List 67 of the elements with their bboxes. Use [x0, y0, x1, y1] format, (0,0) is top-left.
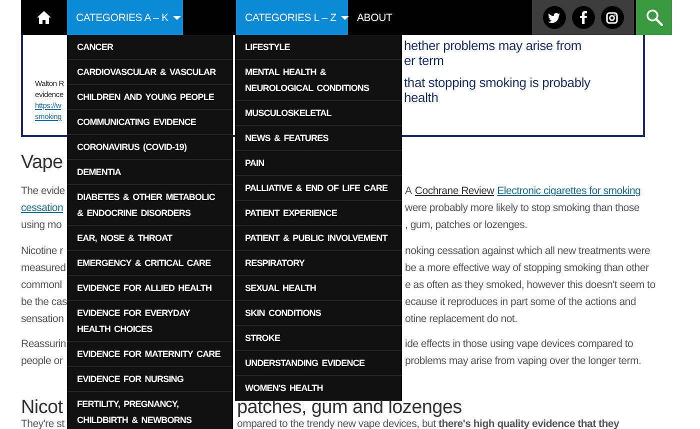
- text-link[interactable]: Cochrane Review: [414, 183, 494, 200]
- menu-item[interactable]: UNDERSTANDING EVIDENCE: [235, 351, 402, 376]
- menu-item[interactable]: PATIENT & PUBLIC INVOLVEMENT: [235, 226, 402, 251]
- bird-icon[interactable]: [542, 6, 566, 29]
- menu-item[interactable]: SKIN CONDITIONS: [235, 301, 402, 326]
- body-text: commonl: [21, 278, 62, 293]
- menu-item[interactable]: EVIDENCE FOR MATERNITY CARE: [67, 342, 233, 367]
- menu-item[interactable]: SEXUAL HEALTH: [235, 276, 402, 301]
- menu-item[interactable]: PALLIATIVE & END OF LIFE CARE: [235, 176, 402, 201]
- body-text: Nicotine r: [21, 244, 63, 259]
- menu-item[interactable]: COMMUNICATING EVIDENCE: [67, 110, 233, 135]
- menu-item[interactable]: EMERGENCY & CRITICAL CARE: [67, 251, 233, 276]
- menu-item[interactable]: MENTAL HEALTH & NEUROLOGICAL CONDITIONS: [235, 60, 402, 101]
- menu-item[interactable]: CORONAVIRUS (COVID-19): [67, 135, 233, 160]
- menu-item[interactable]: MUSCULOSKELETAL: [235, 101, 402, 126]
- menu-item[interactable]: EAR, NOSE & THROAT: [67, 226, 233, 251]
- body-text: be the cas: [21, 295, 67, 310]
- menu-item[interactable]: EVIDENCE FOR NURSING: [67, 367, 233, 392]
- body-text: problems may arise from vaping over the longer term.: [405, 354, 642, 369]
- menu-item[interactable]: CARDIOVASCULAR & VASCULAR: [67, 60, 233, 85]
- body-text: measured: [21, 261, 66, 276]
- body-text: Reassurin: [21, 337, 66, 352]
- heading-text: Vape: [21, 151, 63, 175]
- menu-item[interactable]: EVIDENCE FOR EVERYDAY HEALTH CHOICES: [67, 301, 233, 342]
- camera-icon[interactable]: [600, 6, 624, 29]
- body-text: using mo: [21, 218, 62, 233]
- body-text: people or: [21, 354, 63, 369]
- text-link[interactable]: cessation: [21, 200, 64, 217]
- body-text: ide effects in those using vape devices compared to: [405, 337, 634, 352]
- menu-item[interactable]: FERTILITY, PREGNANCY, CHILDBIRTH & NEWBORNS: [67, 392, 233, 429]
- body-text: A: [405, 184, 412, 199]
- f-logo-icon[interactable]: [572, 6, 594, 29]
- menu-item[interactable]: PATIENT EXPERIENCE: [235, 201, 402, 226]
- quote-text: that stopping smoking is probably: [404, 75, 590, 90]
- menu-item[interactable]: PAIN: [235, 151, 402, 176]
- nav-tab[interactable]: CATEGORIES L – Z: [236, 0, 348, 35]
- heading-text: patches, gum and lozenges: [237, 398, 462, 418]
- body-text: e as often as they smoked, however this doesn't seem to: [405, 278, 656, 293]
- menu-item[interactable]: CHILDREN AND YOUNG PEOPLE: [67, 85, 233, 110]
- nav-tab[interactable]: CATEGORIES A – K: [67, 0, 183, 35]
- menu-item[interactable]: WOMEN'S HEALTH: [235, 376, 402, 401]
- quote-text: er term: [404, 53, 444, 68]
- quote-text: health: [404, 90, 438, 105]
- home-icon: [37, 11, 51, 24]
- menu-item[interactable]: CANCER: [67, 35, 233, 60]
- heading-text: Nicot: [21, 398, 63, 418]
- menu-item[interactable]: EVIDENCE FOR ALLIED HEALTH: [67, 276, 233, 301]
- menu-item[interactable]: DIABETES & OTHER METABOLIC & ENDOCRINE DISORDERS: [67, 185, 233, 226]
- menu-item[interactable]: STROKE: [235, 326, 402, 351]
- body-text: They're st: [21, 417, 64, 429]
- body-text: sensation: [21, 312, 64, 327]
- menu-item[interactable]: RESPIRATORY: [235, 251, 402, 276]
- body-text: , gum, patches or lozenges.: [405, 218, 528, 233]
- search-button[interactable]: [636, 0, 672, 35]
- caret-icon: [173, 16, 182, 20]
- search-icon: [646, 9, 662, 26]
- body-text: ecause it reproduces in part some of the actions and: [405, 295, 636, 310]
- body-text: were probably more likely to stop smoking than those: [405, 201, 640, 216]
- body-text: be a more effective way of stopping smoking than other: [405, 261, 649, 276]
- menu-item[interactable]: NEWS & FEATURES: [235, 126, 402, 151]
- body-text: ompared to the trendy new vape devices, but there's high quality evidence that they: [237, 417, 620, 429]
- quote-text: hether problems may arise from: [404, 38, 582, 53]
- body-text: otine replacement do not.: [405, 312, 518, 327]
- body-text: noking cessation against which all new treatments were: [405, 244, 650, 259]
- text-link[interactable]: Electronic cigarettes for smoking: [497, 183, 641, 200]
- body-text: The evide: [21, 184, 65, 199]
- menu-item[interactable]: DEMENTIA: [67, 160, 233, 185]
